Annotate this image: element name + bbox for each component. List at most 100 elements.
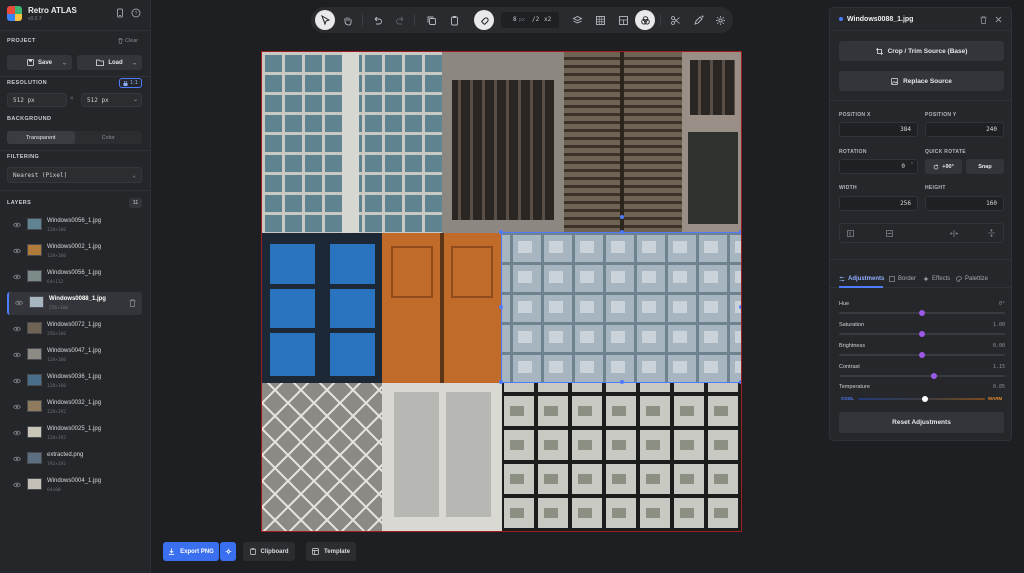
layer-row[interactable]: Windows0072_1.jpg 256×160: [7, 318, 142, 341]
clear-button[interactable]: Clear: [118, 38, 138, 44]
position-y-input[interactable]: 240: [925, 122, 1004, 137]
color-picker-button[interactable]: [688, 10, 708, 30]
flip-vertical-icon[interactable]: [988, 229, 995, 237]
crop-trim-button[interactable]: Crop / Trim Source (Base): [839, 41, 1004, 61]
slider-knob[interactable]: [919, 331, 925, 337]
eye-icon[interactable]: [13, 430, 21, 436]
filtering-select[interactable]: Nearest (Pixel) ⌄: [7, 167, 142, 183]
flip-horizontal-icon[interactable]: [950, 230, 958, 237]
eye-icon[interactable]: [13, 404, 21, 410]
adjustment-slider-saturation[interactable]: Saturation 1.00: [839, 322, 1005, 342]
tab-effects[interactable]: Effects: [923, 276, 950, 282]
device-icon[interactable]: [115, 8, 125, 18]
temperature-knob[interactable]: [921, 396, 928, 402]
layer-row[interactable]: Windows0004_1.jpg 64×80: [7, 474, 142, 497]
undo-button[interactable]: [367, 10, 387, 30]
trash-icon[interactable]: [129, 299, 136, 307]
atlas-canvas[interactable]: [261, 51, 742, 532]
resize-handle-tr[interactable]: [739, 230, 741, 234]
tile-mode-button[interactable]: [567, 10, 587, 30]
chevron-down-icon[interactable]: ⌄: [132, 59, 137, 66]
paste-button[interactable]: [444, 10, 464, 30]
tab-border[interactable]: Border: [889, 276, 916, 282]
layer-row[interactable]: Windows0036_1.jpg 128×160: [7, 370, 142, 393]
adjustment-slider-hue[interactable]: Hue 0°: [839, 301, 1005, 321]
eye-icon[interactable]: [13, 274, 21, 280]
eye-icon[interactable]: [13, 378, 21, 384]
selection-box[interactable]: [501, 232, 741, 383]
export-label: Export PNG: [180, 548, 214, 555]
chevron-down-icon[interactable]: ⌄: [133, 96, 138, 103]
color-channels-button[interactable]: [635, 10, 655, 30]
rotate-90-button[interactable]: +90°: [925, 159, 962, 174]
slider-knob[interactable]: [919, 310, 925, 316]
snap-button[interactable]: Snap: [966, 159, 1004, 174]
replace-source-button[interactable]: Replace Source: [839, 71, 1004, 91]
layer-row[interactable]: extracted.png 192×192: [7, 448, 142, 471]
slider-knob[interactable]: [931, 373, 938, 379]
slider-knob[interactable]: [919, 352, 925, 358]
chevron-down-icon[interactable]: ⌄: [132, 172, 136, 179]
grid-double-button[interactable]: x2: [544, 16, 551, 23]
resize-handle-t[interactable]: [620, 230, 624, 234]
resolution-width-field[interactable]: 512 px: [7, 93, 67, 107]
background-transparent-option[interactable]: Transparent: [7, 131, 75, 144]
tab-adjustments[interactable]: Adjustments: [839, 276, 884, 282]
background-color-option[interactable]: Color: [75, 131, 143, 144]
trash-icon[interactable]: [980, 16, 987, 24]
layer-row[interactable]: Windows0025_1.jpg 128×192: [7, 422, 142, 445]
help-icon[interactable]: ?: [131, 8, 141, 18]
rotation-input[interactable]: 0: [839, 159, 918, 174]
height-input[interactable]: 160: [925, 196, 1004, 211]
resize-handle-r[interactable]: [739, 305, 741, 309]
adjustment-slider-brightness[interactable]: Brightness 0.00: [839, 343, 1005, 363]
eye-icon[interactable]: [13, 222, 21, 228]
export-png-button[interactable]: Export PNG: [163, 542, 219, 561]
chevron-down-icon[interactable]: ⌄: [62, 59, 67, 66]
rotate-handle[interactable]: [620, 215, 624, 219]
eye-icon[interactable]: [13, 248, 21, 254]
width-input[interactable]: 256: [839, 196, 918, 211]
reset-adjustments-button[interactable]: Reset Adjustments: [839, 412, 1004, 433]
select-tool-button[interactable]: [315, 10, 335, 30]
tab-palettize[interactable]: Palettize: [956, 276, 988, 282]
layer-row[interactable]: Windows0032_1.jpg 128×192: [7, 396, 142, 419]
template-button[interactable]: Template: [306, 542, 356, 561]
snap-magnet-button[interactable]: [474, 10, 494, 30]
position-x-input[interactable]: 384: [839, 122, 918, 137]
grid-toggle-button[interactable]: [590, 10, 610, 30]
slider-track[interactable]: [839, 375, 1005, 377]
grid-size-value[interactable]: 8: [513, 16, 517, 23]
eye-icon[interactable]: [13, 456, 21, 462]
duplicate-button[interactable]: [421, 10, 441, 30]
resize-handle-b[interactable]: [620, 380, 624, 384]
redo-button[interactable]: [390, 10, 410, 30]
load-button[interactable]: Load ⌄: [77, 55, 142, 70]
cut-button[interactable]: [665, 10, 685, 30]
clipboard-button[interactable]: Clipboard: [243, 542, 295, 561]
layer-row[interactable]: Windows0088_1.jpg 256×160: [7, 292, 142, 315]
export-settings-button[interactable]: [220, 542, 236, 561]
layer-row[interactable]: Windows0002_1.jpg 128×160: [7, 240, 142, 263]
resize-handle-l[interactable]: [499, 305, 503, 309]
resize-handle-tl[interactable]: [499, 230, 503, 234]
settings-button[interactable]: [710, 10, 730, 30]
grid-halve-button[interactable]: /2: [532, 16, 539, 23]
layer-row[interactable]: Windows0047_1.jpg 128×160: [7, 344, 142, 367]
pan-tool-button[interactable]: [337, 10, 357, 30]
align-center-icon[interactable]: [886, 230, 893, 237]
eye-icon[interactable]: [13, 482, 21, 488]
layer-row[interactable]: Windows0056_1.jpg 64×112: [7, 266, 142, 289]
layer-row[interactable]: Windows0056_1.jpg 128×160: [7, 214, 142, 237]
layout-button[interactable]: [613, 10, 633, 30]
save-button[interactable]: Save ⌄: [7, 55, 72, 70]
align-left-icon[interactable]: [847, 230, 854, 237]
close-icon[interactable]: [995, 16, 1002, 23]
eye-icon[interactable]: [15, 300, 23, 306]
adjustment-slider-contrast[interactable]: Contrast 1.15: [839, 364, 1005, 384]
eye-icon[interactable]: [13, 352, 21, 358]
eye-icon[interactable]: [13, 326, 21, 332]
aspect-lock-badge[interactable]: 1:1: [119, 78, 142, 88]
resize-handle-br[interactable]: [739, 380, 741, 384]
resize-handle-bl[interactable]: [499, 380, 503, 384]
